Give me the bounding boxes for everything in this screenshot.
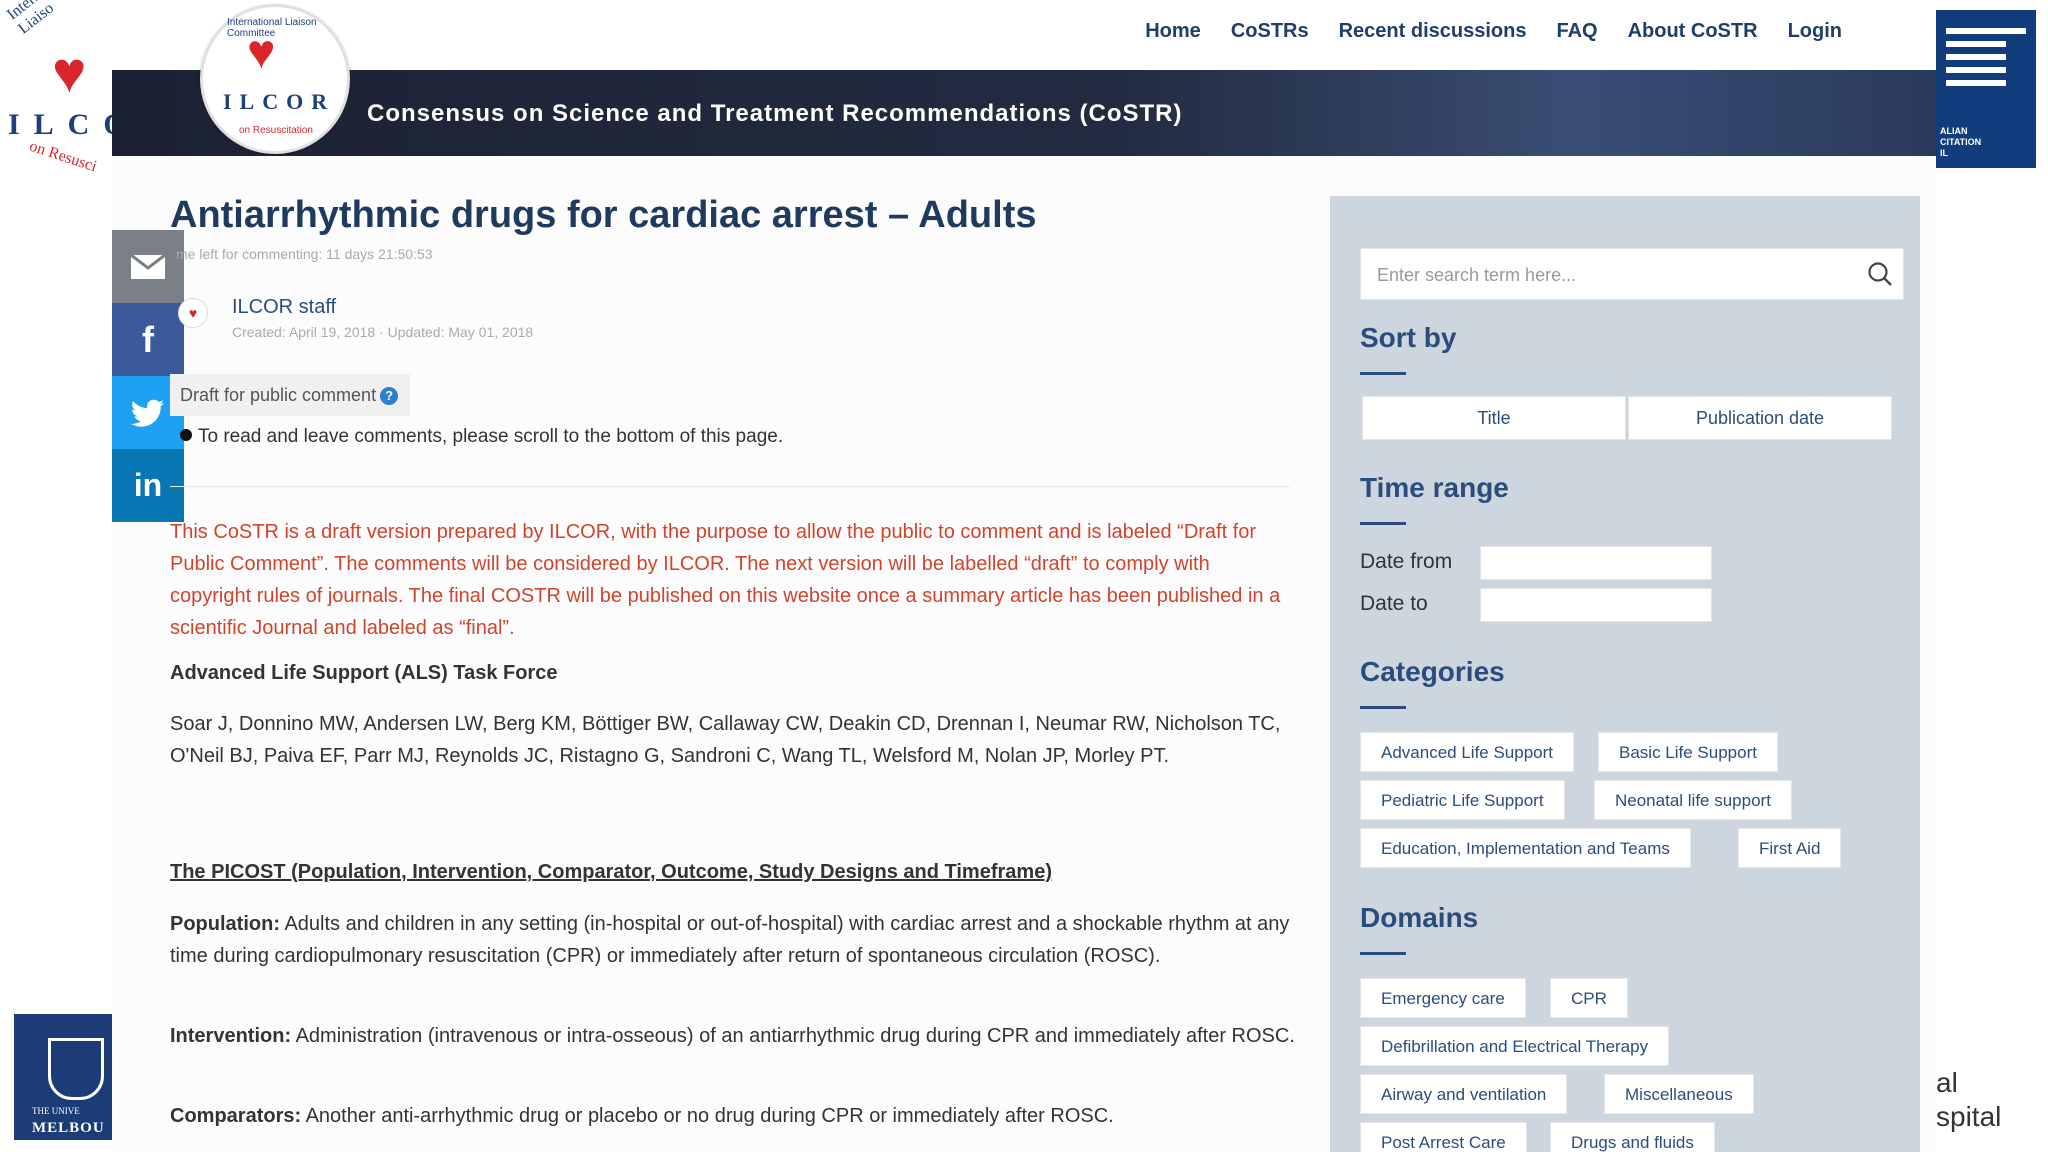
category-first-aid[interactable]: First Aid [1738, 828, 1842, 868]
university-logo-top: THE UNIVE [32, 1106, 80, 1116]
sidebar: Sort by Title Publication date Time rang… [1330, 196, 1920, 1152]
nav-login[interactable]: Login [1788, 20, 1842, 43]
crest-icon [48, 1038, 104, 1100]
intervention-paragraph: Intervention: Administration (intravenou… [170, 1020, 1300, 1052]
hospital-logo-partial: al spital [1936, 1067, 2002, 1132]
nav-costrs[interactable]: CoSTRs [1231, 20, 1309, 43]
content-area: f in Antiarrhythmic drugs for cardiac ar… [112, 156, 1936, 1152]
read-note-text: To read and leave comments, please scrol… [198, 426, 784, 447]
nav-home[interactable]: Home [1145, 20, 1201, 43]
divider [1360, 952, 1406, 955]
header-banner: Consensus on Science and Treatment Recom… [112, 70, 1936, 156]
author-list: Soar J, Donnino MW, Andersen LW, Berg KM… [170, 713, 1281, 767]
nav-faq[interactable]: FAQ [1556, 20, 1597, 43]
categories-heading: Categories [1360, 656, 1505, 687]
comparators-text: Another anti-arrhythmic drug or placebo … [301, 1105, 1114, 1127]
intervention-label: Intervention: [170, 1025, 292, 1047]
domain-defibrillation[interactable]: Defibrillation and Electrical Therapy [1360, 1026, 1670, 1066]
category-advanced-life-support[interactable]: Advanced Life Support [1360, 732, 1575, 772]
divider [1360, 522, 1406, 525]
date-from-label: Date from [1360, 550, 1453, 573]
avatar: ♥ [178, 298, 208, 328]
bullet-icon [180, 429, 192, 441]
resuscitation-council-logo-partial: ALIAN CITATION IL [1936, 10, 2036, 168]
top-nav-bar: Home CoSTRs Recent discussions FAQ About… [112, 0, 1936, 70]
time-range-heading: Time range [1360, 472, 1509, 503]
sort-buttons: Title Publication date [1362, 396, 1892, 440]
site-title: Consensus on Science and Treatment Recom… [367, 100, 1183, 127]
category-basic-life-support[interactable]: Basic Life Support [1598, 732, 1778, 772]
date-to-field[interactable] [1480, 588, 1712, 622]
population-label: Population: [170, 913, 280, 935]
linkedin-icon: in [133, 467, 163, 503]
domain-miscellaneous[interactable]: Miscellaneous [1604, 1074, 1754, 1114]
mail-icon [130, 253, 166, 279]
ilcor-logo-partial: International Liaiso ♥ ILCO on Resusci [0, 0, 112, 180]
population-paragraph: Population: Adults and children in any s… [170, 908, 1300, 972]
status-badge: Draft for public comment? [170, 374, 411, 416]
page-title: Antiarrhythmic drugs for cardiac arrest … [170, 194, 1037, 236]
divider [1360, 372, 1406, 375]
comparators-label: Comparators: [170, 1105, 302, 1127]
category-education-implementation-teams[interactable]: Education, Implementation and Teams [1360, 828, 1691, 868]
category-pediatric-life-support[interactable]: Pediatric Life Support [1360, 780, 1565, 820]
sort-title-button[interactable]: Title [1362, 396, 1626, 440]
browser-page: Home CoSTRs Recent discussions FAQ About… [112, 0, 1936, 1152]
logo-ring-top: International Liaison Committee [227, 17, 317, 39]
search-box [1360, 248, 1904, 301]
domain-airway-ventilation[interactable]: Airway and ventilation [1360, 1074, 1568, 1114]
divider [1360, 706, 1406, 709]
divider [170, 486, 1290, 487]
logo-text: ILCO [8, 108, 112, 141]
population-text: Adults and children in any setting (in-h… [170, 913, 1290, 967]
nav-recent-discussions[interactable]: Recent discussions [1339, 20, 1527, 43]
author-link[interactable]: ILCOR staff [232, 296, 336, 319]
facebook-share-button[interactable]: f [112, 303, 184, 376]
sort-publication-date-button[interactable]: Publication date [1628, 396, 1892, 440]
domain-emergency-care[interactable]: Emergency care [1360, 978, 1526, 1018]
nav-about-costr[interactable]: About CoSTR [1628, 20, 1758, 43]
draft-disclaimer: This CoSTR is a draft version prepared b… [170, 521, 1281, 639]
task-force-heading: Advanced Life Support (ALS) Task Force [170, 662, 558, 684]
domain-drugs-fluids[interactable]: Drugs and fluids [1550, 1122, 1715, 1152]
email-share-button[interactable] [112, 230, 184, 303]
heart-icon: ♥ [247, 26, 276, 79]
date-from-field[interactable] [1480, 546, 1712, 580]
article-dates: Created: April 19, 2018 · Updated: May 0… [232, 324, 534, 340]
intervention-text: Administration (intravenous or intra-oss… [291, 1025, 1295, 1047]
draft-label: Draft for public comment [180, 385, 377, 405]
heart-icon: ♥ [52, 40, 87, 105]
date-to-label: Date to [1360, 592, 1428, 615]
read-comments-note: To read and leave comments, please scrol… [180, 426, 783, 448]
main-nav: Home CoSTRs Recent discussions FAQ About… [1145, 20, 1842, 43]
category-neonatal-life-support[interactable]: Neonatal life support [1594, 780, 1792, 820]
search-icon[interactable] [1867, 261, 1893, 287]
domain-post-arrest-care[interactable]: Post Arrest Care [1360, 1122, 1527, 1152]
search-input[interactable] [1375, 249, 1859, 301]
facebook-icon: f [142, 318, 154, 360]
domains-heading: Domains [1360, 902, 1479, 933]
right-logo-text: ALIAN CITATION IL [1940, 126, 1982, 158]
university-logo-bottom: MELBOU [32, 1120, 105, 1136]
info-icon[interactable]: ? [380, 387, 399, 405]
ilcor-site-logo[interactable]: International Liaison Committee ♥ ILCOR … [200, 4, 350, 154]
sort-heading: Sort by [1360, 322, 1457, 353]
twitter-icon [131, 399, 164, 427]
university-melbourne-logo-partial: THE UNIVE MELBOU [14, 1014, 112, 1140]
logo-ring-bottom: on Resuscitation [239, 125, 313, 136]
picost-heading: The PICOST (Population, Intervention, Co… [170, 861, 1052, 883]
logo-text: ILCOR [223, 89, 336, 114]
comparators-paragraph: Comparators: Another anti-arrhythmic dru… [170, 1100, 1300, 1132]
domain-cpr[interactable]: CPR [1550, 978, 1628, 1018]
comment-time-left: me left for commenting: 11 days 21:50:53 [176, 246, 433, 262]
